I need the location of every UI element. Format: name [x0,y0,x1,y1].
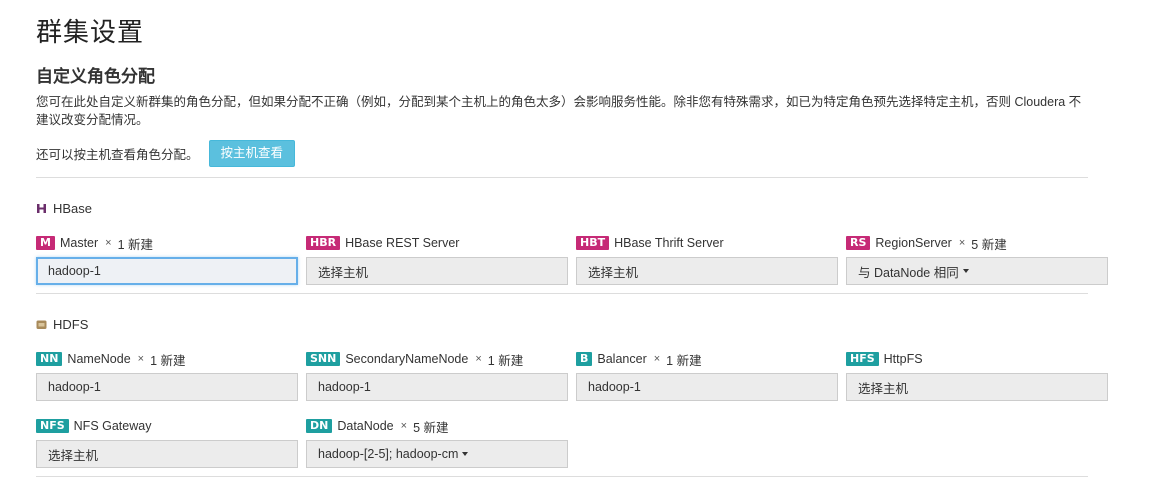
role-name: NameNode [67,352,131,366]
role-balancer: B Balancer × 1 新建 hadoop-1 [576,350,838,401]
role-httpfs: HFS HttpFS 选择主机 [846,350,1108,401]
host-select-hbase-thrift-server[interactable]: 选择主机 [576,257,838,285]
role-badge: SNN [306,352,341,366]
host-select-hbase-rest-server[interactable]: 选择主机 [306,257,568,285]
caret-down-icon [462,452,469,456]
role-count: 1 新建 [666,353,702,368]
role-name: Balancer [597,352,647,366]
role-name: NFS Gateway [73,419,152,433]
divider [36,293,1088,294]
description-text: 您可在此处自定义新群集的角色分配，但如果分配不正确（例如，分配到某个主机上的角色… [36,95,1082,127]
host-select-nfs-gateway[interactable]: 选择主机 [36,440,298,468]
role-badge: HBR [306,236,341,250]
host-select-balancer[interactable]: hadoop-1 [576,373,838,401]
section-title: 自定义角色分配 [36,67,155,86]
role-badge: RS [846,236,871,250]
caret-down-icon [962,269,969,273]
host-view-row: 还可以按主机查看角色分配。 按主机查看 [36,140,296,167]
role-hbase-thrift-server: HBT HBase Thrift Server 选择主机 [576,234,838,285]
role-master: M Master × 1 新建 hadoop-1 [36,234,298,285]
role-count: 5 新建 [971,237,1007,252]
role-name: SecondaryNameNode [345,352,469,366]
role-badge: DN [306,419,333,433]
service-name-hbase: HBase [53,201,93,216]
role-count: 1 新建 [117,237,154,252]
host-select-namenode[interactable]: hadoop-1 [36,373,298,401]
role-name: RegionServer [875,236,952,250]
host-view-text: 还可以按主机查看角色分配。 [36,148,199,162]
service-header-hbase: HBase [36,201,92,216]
hdfs-icon [36,320,47,329]
role-name: HttpFS [883,352,923,366]
divider [36,177,1088,178]
role-count: 1 新建 [150,353,186,368]
page-title: 群集设置 [36,17,145,47]
view-by-host-button[interactable]: 按主机查看 [208,140,296,167]
role-hbase-rest-server: HBR HBase REST Server 选择主机 [306,234,568,285]
service-name-hdfs: HDFS [53,317,89,332]
multiplier-sign: × [400,420,408,432]
role-nfs-gateway: NFS NFS Gateway 选择主机 [36,417,298,468]
role-badge: NFS [36,419,69,433]
role-count: 5 新建 [413,420,449,435]
multiplier-sign: × [105,237,112,249]
role-badge: B [576,352,593,366]
multiplier-sign: × [653,353,661,365]
role-name: DataNode [337,419,394,433]
role-name: HBase REST Server [345,236,460,250]
divider [36,476,1088,477]
role-badge: M [36,236,55,250]
role-name: HBase Thrift Server [614,236,724,250]
role-badge: NN [36,352,63,366]
role-namenode: NN NameNode × 1 新建 hadoop-1 [36,350,298,401]
multiplier-sign: × [475,353,482,365]
role-datanode: DN DataNode × 5 新建 hadoop-[2-5]; hadoop-… [306,417,568,468]
host-select-secondarynamenode[interactable]: hadoop-1 [306,373,568,401]
role-badge: HFS [846,352,879,366]
service-header-hdfs: HDFS [36,317,88,332]
hbase-icon [37,204,46,213]
role-regionserver: RS RegionServer × 5 新建 与 DataNode 相同 [846,234,1108,285]
host-select-master[interactable]: hadoop-1 [36,257,298,285]
host-select-httpfs[interactable]: 选择主机 [846,373,1108,401]
host-select-datanode[interactable]: hadoop-[2-5]; hadoop-cm [306,440,568,468]
multiplier-sign: × [137,353,145,365]
role-name: Master [59,236,99,250]
host-select-regionserver[interactable]: 与 DataNode 相同 [846,257,1108,285]
role-badge: HBT [576,236,610,250]
role-secondarynamenode: SNN SecondaryNameNode × 1 新建 hadoop-1 [306,350,568,401]
multiplier-sign: × [958,237,966,249]
role-count: 1 新建 [487,353,524,368]
